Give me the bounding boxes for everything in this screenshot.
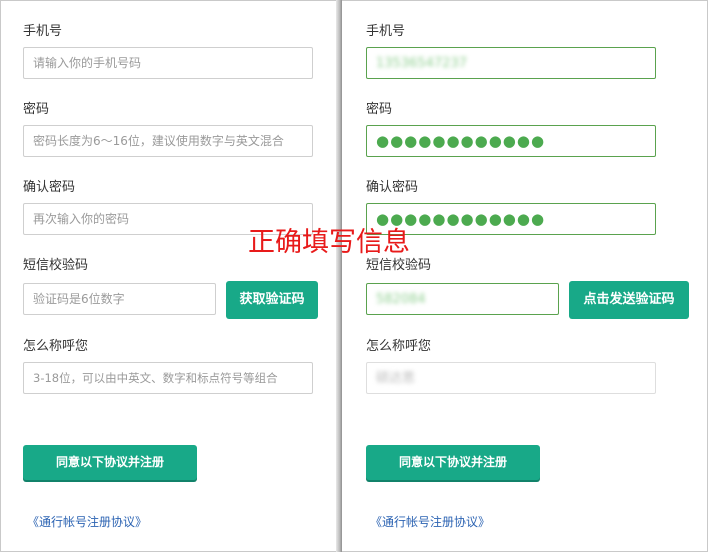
- sms-code-input-filled[interactable]: 582084: [366, 283, 559, 315]
- nickname-label: 怎么称呼您: [23, 339, 89, 354]
- confirm-password-label: 确认密码: [366, 180, 419, 195]
- overlay-caption: 正确填写信息: [248, 227, 410, 258]
- nickname-input-filled[interactable]: 硕达思: [366, 362, 656, 394]
- phone-value: 13536547237: [376, 56, 467, 71]
- agree-register-button[interactable]: 同意以下协议并注册: [366, 445, 540, 480]
- password-label: 密码: [23, 102, 50, 117]
- phone-input-filled[interactable]: 13536547237: [366, 47, 656, 79]
- password-input[interactable]: 密码长度为6～16位，建议使用数字与英文混合: [23, 125, 313, 157]
- sms-code-value: 582084: [376, 292, 426, 307]
- send-code-button[interactable]: 点击发送验证码: [569, 281, 689, 319]
- phone-label: 手机号: [23, 24, 63, 39]
- confirm-password-label: 确认密码: [23, 180, 76, 195]
- phone-input[interactable]: 请输入你的手机号码: [23, 47, 313, 79]
- nickname-label: 怎么称呼您: [366, 339, 432, 354]
- phone-label: 手机号: [366, 24, 406, 39]
- sms-code-label: 短信校验码: [23, 258, 89, 273]
- filled-registration-form: 手机号 13536547237 密码 ●●●●●●●●●●●● 确认密码 ●●●…: [343, 0, 708, 552]
- panel-divider: [336, 0, 342, 552]
- sms-code-input[interactable]: 验证码是6位数字: [23, 283, 216, 315]
- password-input-filled[interactable]: ●●●●●●●●●●●●: [366, 125, 656, 157]
- agree-register-button[interactable]: 同意以下协议并注册: [23, 445, 197, 480]
- agreement-link[interactable]: 《通行帐号注册协议》: [27, 513, 147, 530]
- nickname-input[interactable]: 3-18位，可以由中英文、数字和标点符号等组合: [23, 362, 313, 394]
- nickname-value: 硕达思: [376, 371, 416, 386]
- password-value: ●●●●●●●●●●●●: [376, 132, 546, 150]
- empty-registration-form: 手机号 请输入你的手机号码 密码 密码长度为6～16位，建议使用数字与英文混合 …: [0, 0, 336, 552]
- password-label: 密码: [366, 102, 393, 117]
- get-code-button[interactable]: 获取验证码: [226, 281, 318, 319]
- agreement-link[interactable]: 《通行帐号注册协议》: [370, 513, 490, 530]
